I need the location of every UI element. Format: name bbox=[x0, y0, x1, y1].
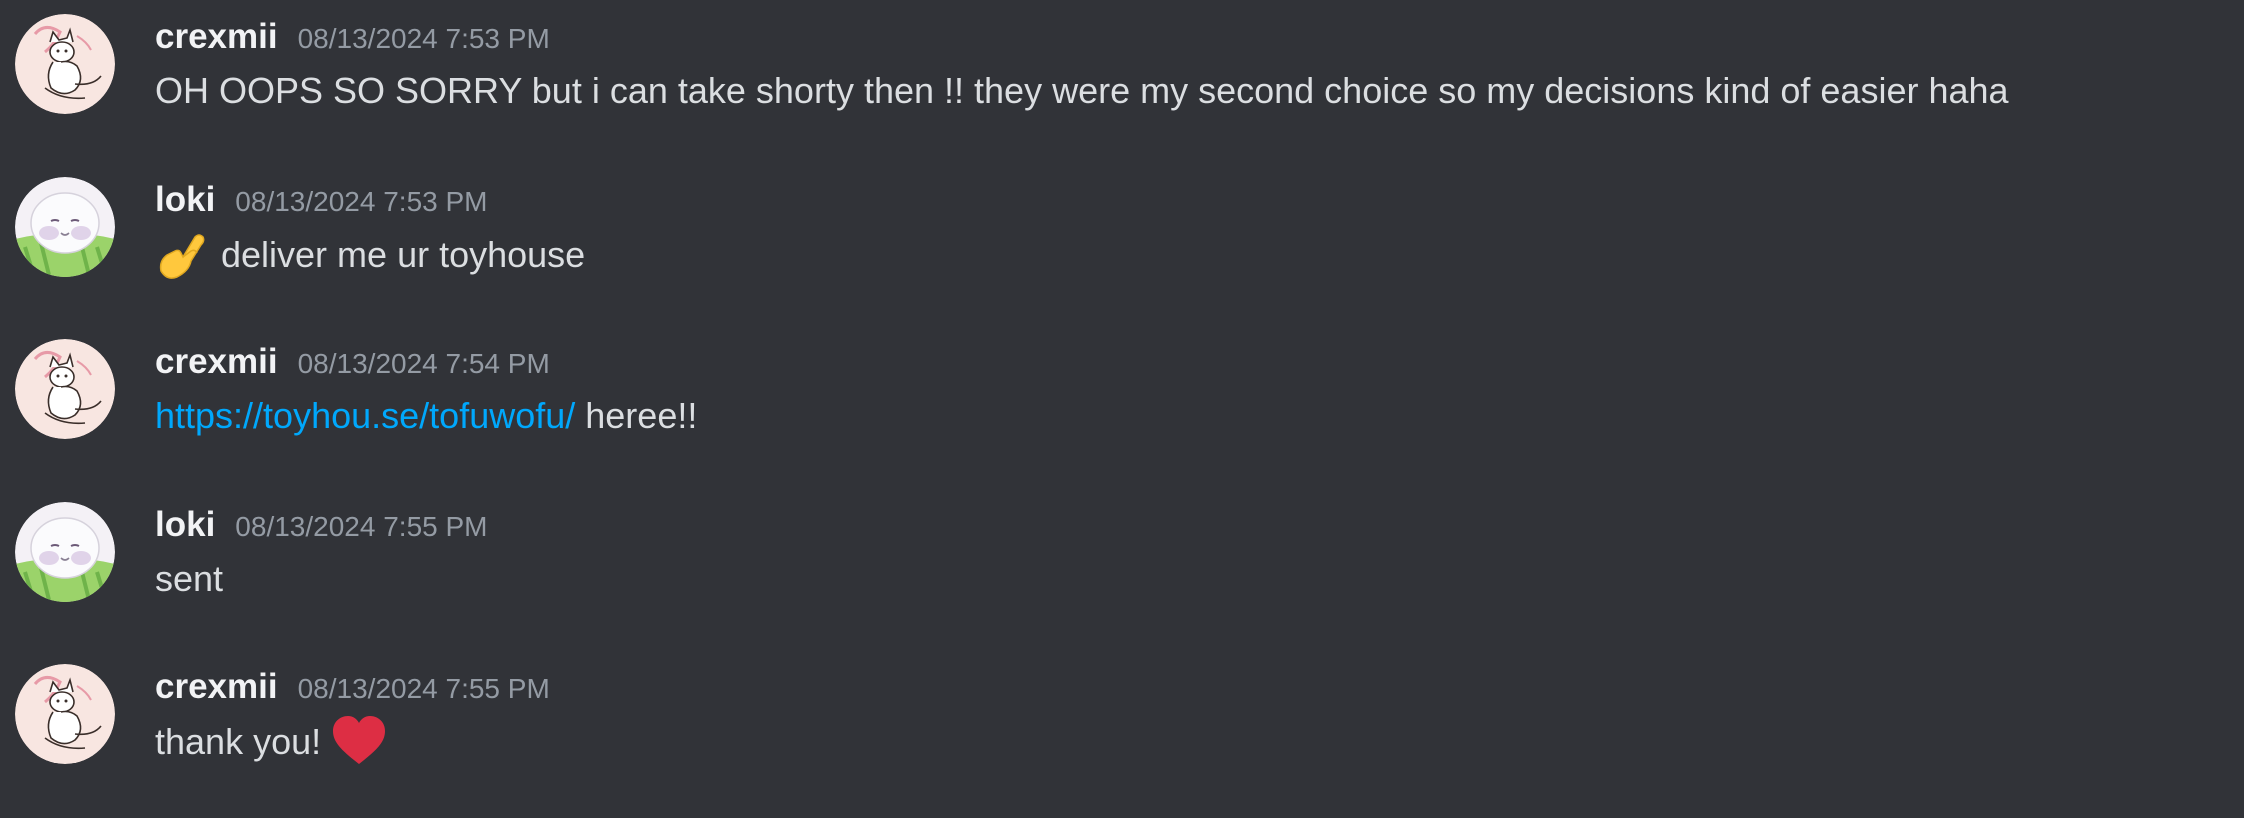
avatar[interactable] bbox=[15, 664, 115, 764]
username[interactable]: loki bbox=[155, 502, 215, 548]
message-text: heree!! bbox=[585, 395, 698, 436]
message-text: OH OOPS SO SORRY but i can take shorty t… bbox=[155, 70, 2009, 111]
timestamp: 08/13/2024 7:54 PM bbox=[297, 348, 550, 379]
cat-sketch-avatar-icon bbox=[15, 14, 115, 114]
timestamp: 08/13/2024 7:53 PM bbox=[235, 186, 488, 217]
pinching-hand-emoji-icon bbox=[155, 227, 211, 283]
message-content: OH OOPS SO SORRY but i can take shorty t… bbox=[155, 64, 2009, 118]
message-text: thank you! bbox=[155, 721, 322, 762]
username[interactable]: crexmii bbox=[155, 664, 278, 710]
message-item: loki 08/13/2024 7:55 PM sent bbox=[0, 502, 2244, 652]
message-text: deliver me ur toyhouse bbox=[221, 234, 586, 275]
message-text: sent bbox=[155, 558, 224, 599]
cat-sketch-avatar-icon bbox=[15, 339, 115, 439]
seal-avatar-icon bbox=[15, 177, 115, 277]
message-header: crexmii 08/13/2024 7:55 PM bbox=[155, 664, 550, 710]
toyhouse-link[interactable]: https://toyhou.se/tofuwofu/ bbox=[155, 389, 575, 443]
message-item: crexmii 08/13/2024 7:55 PM thank you! bbox=[0, 664, 2244, 814]
avatar[interactable] bbox=[15, 502, 115, 602]
username[interactable]: loki bbox=[155, 177, 215, 223]
timestamp: 08/13/2024 7:55 PM bbox=[297, 673, 550, 704]
avatar[interactable] bbox=[15, 177, 115, 277]
message-header: loki 08/13/2024 7:55 PM bbox=[155, 502, 488, 548]
red-heart-emoji-icon bbox=[331, 714, 387, 770]
message-item: loki 08/13/2024 7:53 PM deliver me ur to… bbox=[0, 177, 2244, 327]
avatar[interactable] bbox=[15, 339, 115, 439]
avatar[interactable] bbox=[15, 14, 115, 114]
message-item: crexmii 08/13/2024 7:54 PM https://toyho… bbox=[0, 339, 2244, 489]
message-header: loki 08/13/2024 7:53 PM bbox=[155, 177, 488, 223]
cat-sketch-avatar-icon bbox=[15, 664, 115, 764]
timestamp: 08/13/2024 7:53 PM bbox=[297, 23, 550, 54]
message-header: crexmii 08/13/2024 7:54 PM bbox=[155, 339, 550, 385]
message-header: crexmii 08/13/2024 7:53 PM bbox=[155, 14, 550, 60]
message-content: https://toyhou.se/tofuwofu/ heree!! bbox=[155, 389, 697, 443]
message-item: crexmii 08/13/2024 7:53 PM OH OOPS SO SO… bbox=[0, 14, 2244, 164]
message-content: deliver me ur toyhouse bbox=[155, 227, 585, 283]
message-content: sent bbox=[155, 552, 223, 606]
message-content: thank you! bbox=[155, 714, 387, 770]
username[interactable]: crexmii bbox=[155, 339, 278, 385]
username[interactable]: crexmii bbox=[155, 14, 278, 60]
seal-avatar-icon bbox=[15, 502, 115, 602]
timestamp: 08/13/2024 7:55 PM bbox=[235, 511, 488, 542]
